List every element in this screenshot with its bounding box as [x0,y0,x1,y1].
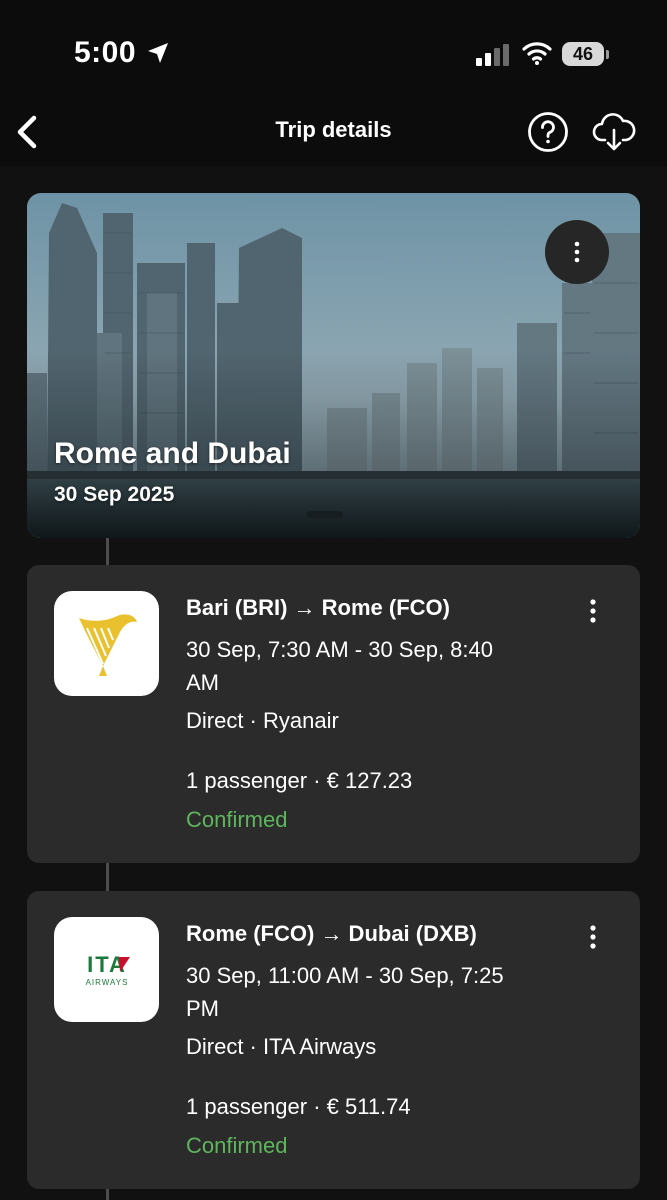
trip-date: 30 Sep 2025 [54,483,175,506]
flight-card[interactable]: Bari (BRI) → Rome (FCO) 30 Sep, 7:30 AM … [27,565,640,863]
more-vertical-icon [590,925,596,949]
ryanair-harp-logo [54,591,159,696]
flight-times: 30 Sep, 7:30 AM - 30 Sep, 8:40 AM [186,637,493,695]
flight-card[interactable]: ITA AIRWAYS Rome (FCO) → Dubai (DXB) 30 … [27,891,640,1189]
cellular-signal-icon [476,44,509,66]
ita-logo-subtext: AIRWAYS [85,978,128,987]
battery-nub [606,50,609,59]
flight-more-button[interactable] [583,923,603,951]
trip-more-button[interactable] [545,220,609,284]
status-bar: 5:00 46 [0,0,667,100]
flight-route: Rome (FCO) → Dubai (DXB) [186,921,477,946]
location-arrow-icon [148,43,168,63]
battery-icon: 46 [562,42,604,66]
status-time: 5:00 [74,36,137,69]
booking-status: Confirmed [186,1133,288,1158]
flight-details: Direct · ITA Airways [186,1034,377,1059]
trip-title: Rome and Dubai [54,437,291,470]
flight-price: 1 passenger · € 127.23 [186,768,413,793]
help-circle-icon[interactable] [526,110,570,154]
flight-price: 1 passenger · € 511.74 [186,1094,411,1119]
booking-status: Confirmed [186,807,288,832]
battery-level: 46 [572,43,594,64]
trip-hero-card[interactable]: Rome and Dubai 30 Sep 2025 [27,193,640,538]
nav-bar: Trip details [0,100,667,166]
flight-route: Bari (BRI) → Rome (FCO) [186,595,450,620]
flight-times: 30 Sep, 11:00 AM - 30 Sep, 7:25 PM [186,963,504,1021]
ita-airways-logo: ITA AIRWAYS [54,917,159,1022]
more-vertical-icon [574,241,580,263]
flight-more-button[interactable] [583,597,603,625]
wifi-icon [522,42,552,65]
cloud-download-icon[interactable] [592,110,636,156]
more-vertical-icon [590,599,596,623]
flight-details: Direct · Ryanair [186,708,339,733]
